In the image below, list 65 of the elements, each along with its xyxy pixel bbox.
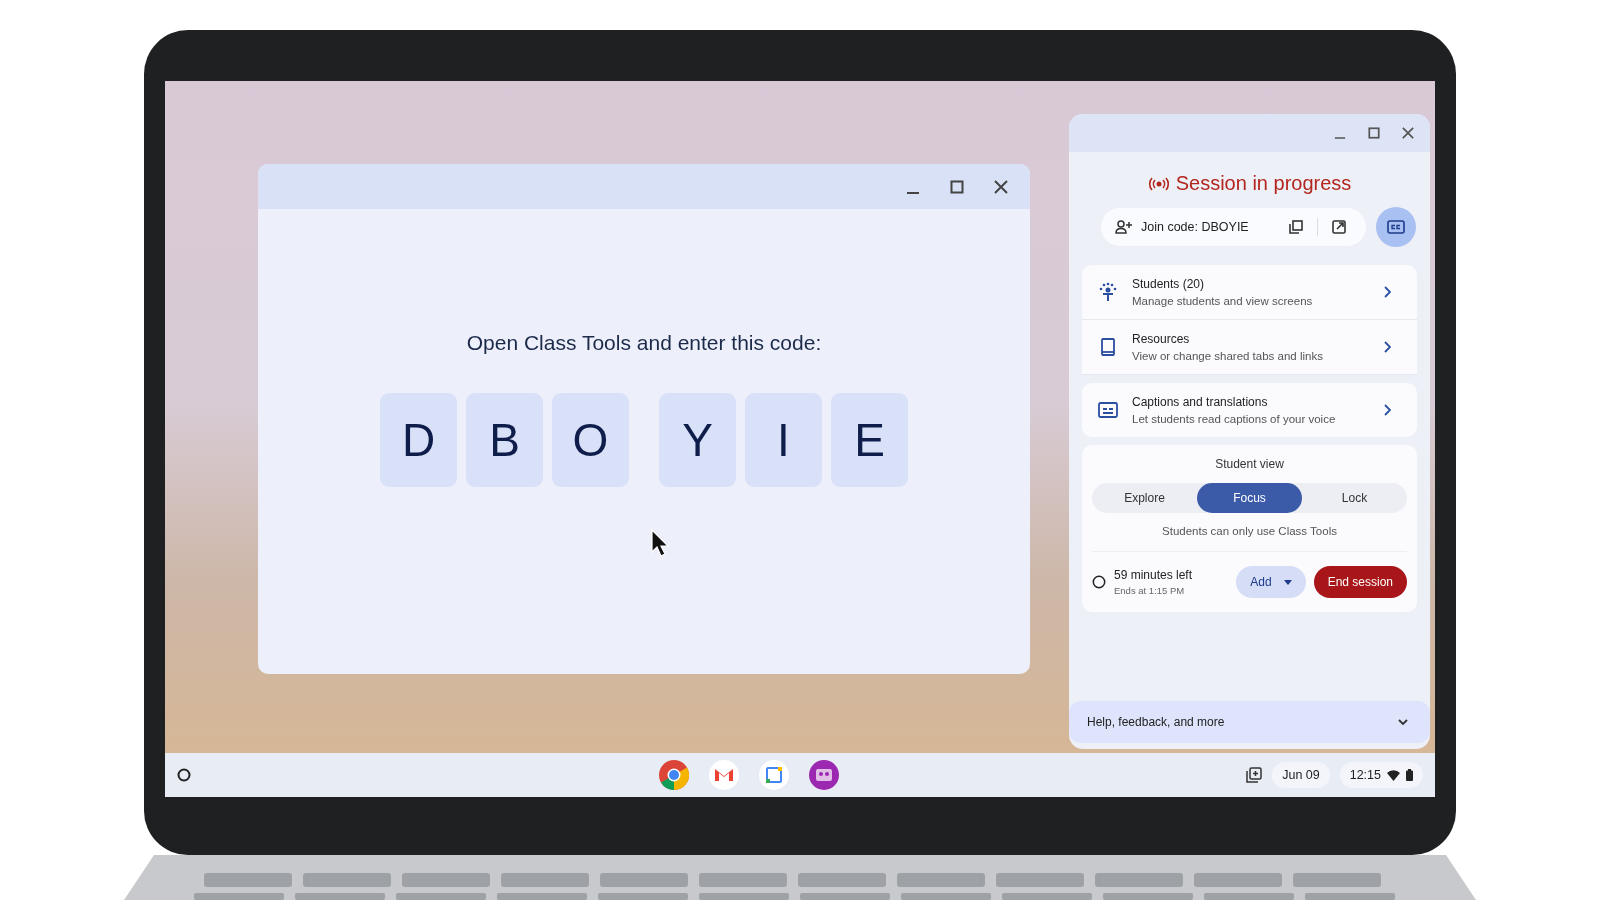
calendar-app-icon[interactable] (757, 759, 790, 791)
open-external-icon[interactable] (1331, 220, 1346, 234)
session-status: Session in progress (1175, 172, 1352, 195)
item-title: Captions and translations (1132, 395, 1269, 409)
system-tray[interactable]: 12:15 (1339, 762, 1423, 788)
item-subtitle: Manage students and view screens (1132, 295, 1314, 307)
wifi-icon (1387, 769, 1400, 781)
group-icon (1098, 282, 1118, 302)
broadcast-icon (1147, 176, 1170, 191)
browser-app-icon[interactable] (657, 759, 690, 791)
join-code: Join code: DBOYIE (1141, 220, 1249, 234)
menu-item[interactable]: Resources View or change shared tabs and links (1082, 320, 1417, 375)
launcher-icon[interactable] (177, 768, 191, 782)
captions-icon (1098, 400, 1118, 420)
item-subtitle: View or change shared tabs and links (1132, 350, 1324, 362)
end-session-button[interactable]: End session (1313, 566, 1407, 598)
add-person-icon (1115, 220, 1133, 234)
book-icon (1098, 337, 1118, 357)
view-mode-note: Students can only use Class Tools (1162, 525, 1337, 537)
code-prompt: Open Class Tools and enter this code: (466, 331, 822, 355)
maximize-icon (1368, 127, 1380, 139)
maximize-button[interactable] (1366, 125, 1382, 141)
code-letter: O (552, 393, 629, 487)
code-letter: D (380, 393, 457, 487)
classroom-app-icon[interactable] (807, 759, 840, 791)
chevron-right-icon (1383, 341, 1391, 353)
code-letter: Y (659, 393, 736, 487)
menu-item[interactable]: Students (20) Manage students and view screens (1082, 265, 1417, 320)
close-button[interactable] (1400, 125, 1416, 141)
time-remaining: 59 minutes left (1114, 568, 1194, 582)
end-time: Ends at 1:15 PM (1114, 585, 1186, 596)
captions-icon (1386, 220, 1405, 234)
date-indicator[interactable]: Jun 09 (1272, 762, 1330, 788)
chevron-right-icon (1383, 404, 1391, 416)
help-label: Help, feedback, and more (1087, 715, 1225, 729)
captions-button[interactable] (1375, 207, 1416, 247)
battery-icon (1406, 769, 1413, 781)
view-mode-option[interactable]: Lock (1302, 483, 1407, 513)
menu-item[interactable]: Captions and translations Let students read captions of your voice (1082, 383, 1417, 437)
maximize-icon (950, 179, 964, 194)
help-footer[interactable]: Help, feedback, and more (1069, 701, 1430, 743)
screen-capture-icon[interactable] (1246, 767, 1263, 783)
view-mode-option[interactable]: Explore (1092, 483, 1197, 513)
code-letter: I (745, 393, 822, 487)
item-title: Students (20) (1132, 277, 1206, 291)
minimize-icon (906, 191, 920, 194)
close-icon (994, 179, 1008, 194)
code-letter: B (466, 393, 543, 487)
close-icon (1402, 127, 1414, 139)
caret-icon (1283, 579, 1292, 585)
timer-icon (1092, 575, 1106, 589)
copy-icon[interactable] (1288, 220, 1303, 234)
close-button[interactable] (992, 177, 1010, 196)
chevron-right-icon (1383, 286, 1391, 298)
clock: 12:15 (1349, 768, 1381, 782)
chevron-down-icon (1398, 718, 1408, 726)
view-mode-option[interactable]: Focus (1197, 483, 1302, 513)
minimize-icon (1334, 137, 1346, 139)
student-view-title: Student view (1215, 457, 1284, 471)
item-subtitle: Let students read captions of your voice (1132, 413, 1337, 425)
mouse-pointer-icon (651, 529, 669, 557)
add-time-button[interactable]: Add (1236, 566, 1306, 598)
item-title: Resources (1132, 332, 1191, 346)
code-letter: E (831, 393, 908, 487)
mail-app-icon[interactable] (707, 759, 740, 791)
